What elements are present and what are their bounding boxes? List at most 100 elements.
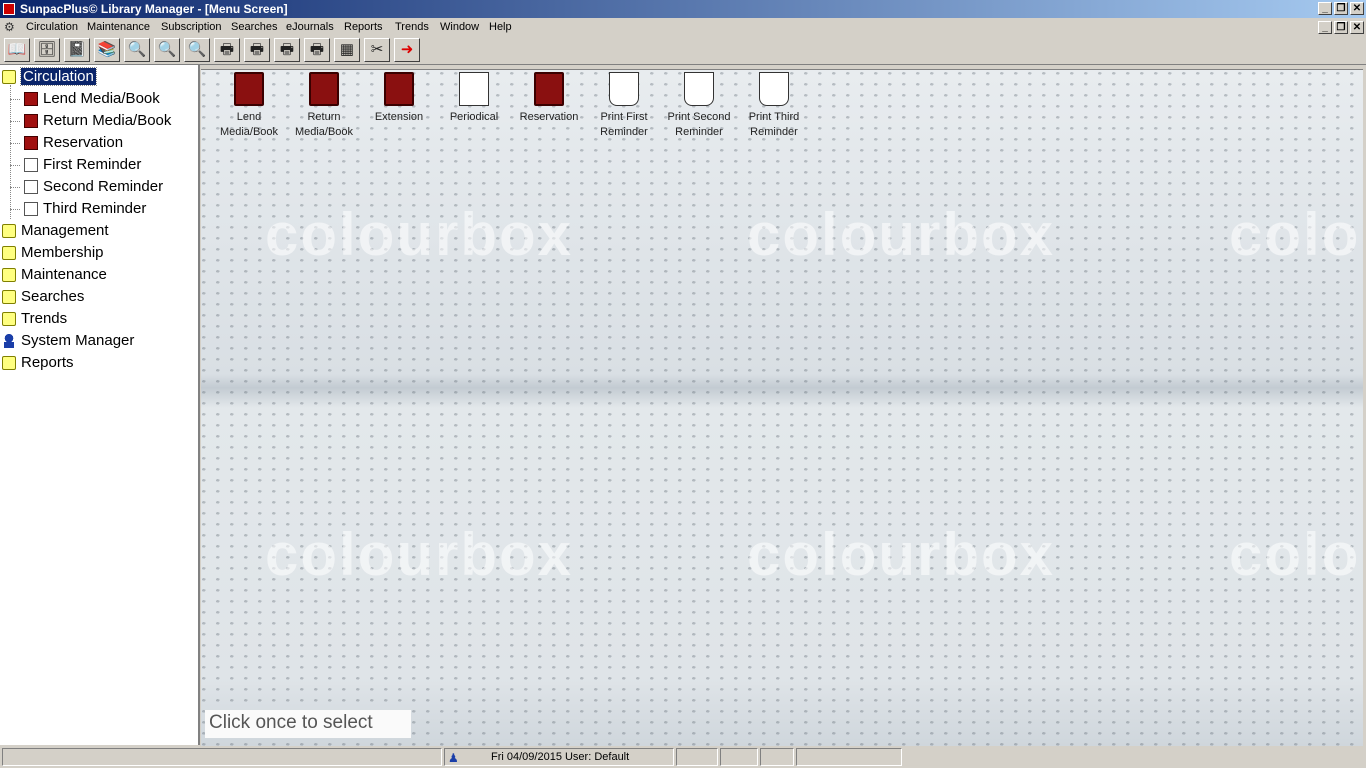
paper-icon bbox=[459, 72, 489, 106]
launcher-extension[interactable]: Extension bbox=[363, 72, 435, 125]
folder-icon bbox=[2, 312, 16, 327]
search-icon[interactable]: 🔍 bbox=[184, 38, 210, 62]
exit-icon[interactable]: ➜ bbox=[394, 38, 420, 62]
tree-item-label: Trends bbox=[21, 310, 68, 327]
tree-item-return[interactable]: Return Media/Book bbox=[24, 111, 171, 131]
tree-item-label: First Reminder bbox=[43, 156, 142, 173]
menu-screen: colourbox colourbox colourbox colourbox … bbox=[201, 69, 1363, 746]
printer-icon[interactable]: 🖶 bbox=[214, 38, 240, 62]
menu-window[interactable]: Window bbox=[440, 18, 479, 37]
tree-item-label: Maintenance bbox=[21, 266, 107, 283]
launcher-label: Periodical bbox=[449, 111, 499, 123]
tree-item-maintenance[interactable]: Maintenance bbox=[2, 265, 107, 285]
minimize-button[interactable]: _ bbox=[1318, 2, 1332, 15]
menu-ejournals[interactable]: eJournals bbox=[286, 18, 334, 37]
book-icon[interactable]: 📓 bbox=[64, 38, 90, 62]
status-panel bbox=[760, 748, 794, 766]
launcher-label: Reminder bbox=[600, 126, 648, 138]
tree-item-label: Reports bbox=[21, 354, 74, 371]
tree-item-system-manager[interactable]: System Manager bbox=[2, 331, 134, 351]
book-icon bbox=[24, 136, 38, 151]
status-panel bbox=[2, 748, 442, 766]
menu-reports[interactable]: Reports bbox=[344, 18, 383, 37]
status-panel bbox=[676, 748, 718, 766]
search-icon[interactable]: 🔍 bbox=[124, 38, 150, 62]
menu-bar: ⚙ Circulation Maintenance Subscription S… bbox=[0, 18, 1366, 37]
launcher-reservation[interactable]: Reservation bbox=[513, 72, 585, 125]
tree-item-searches[interactable]: Searches bbox=[2, 287, 84, 307]
menu-searches[interactable]: Searches bbox=[231, 18, 277, 37]
printer-icon bbox=[24, 158, 38, 173]
system-menu-icon[interactable]: ⚙ bbox=[4, 21, 18, 34]
restore-button[interactable]: ❐ bbox=[1334, 2, 1348, 15]
folder-icon bbox=[2, 70, 16, 85]
printer-icon[interactable]: 🖶 bbox=[304, 38, 330, 62]
status-panel bbox=[796, 748, 902, 766]
menu-maintenance[interactable]: Maintenance bbox=[87, 18, 150, 37]
launcher-print-third-reminder[interactable]: Print Third Reminder bbox=[738, 72, 810, 140]
tree-item-reservation[interactable]: Reservation bbox=[24, 133, 123, 153]
mdi-minimize-button[interactable]: _ bbox=[1318, 21, 1332, 34]
menu-circulation[interactable]: Circulation bbox=[26, 18, 78, 37]
tree-item-first-reminder[interactable]: First Reminder bbox=[24, 155, 141, 175]
navigation-tree: Circulation Lend Media/Book Return Media… bbox=[0, 65, 200, 745]
launcher-label: Reservation bbox=[519, 111, 579, 123]
user-icon bbox=[2, 334, 16, 349]
search-icon[interactable]: 🔍 bbox=[154, 38, 180, 62]
status-panel-user: ♟ Fri 04/09/2015 User: Default bbox=[444, 748, 674, 766]
tree-item-membership[interactable]: Membership bbox=[2, 243, 104, 263]
menu-subscription[interactable]: Subscription bbox=[161, 18, 222, 37]
tree-item-label: System Manager bbox=[21, 332, 135, 349]
tree-item-second-reminder[interactable]: Second Reminder bbox=[24, 177, 163, 197]
tree-item-circulation[interactable]: Circulation bbox=[2, 67, 97, 87]
launcher-periodical[interactable]: Periodical bbox=[438, 72, 510, 125]
watermark: colourbox bbox=[747, 201, 1056, 268]
tree-item-label: Second Reminder bbox=[43, 178, 164, 195]
lend-icon[interactable]: 📖 bbox=[4, 38, 30, 62]
mdi-restore-button[interactable]: ❐ bbox=[1334, 21, 1348, 34]
tree-item-lend[interactable]: Lend Media/Book bbox=[24, 89, 160, 109]
launcher-return[interactable]: Return Media/Book bbox=[288, 72, 360, 140]
book-icon bbox=[309, 72, 339, 106]
printer-icon bbox=[609, 72, 639, 106]
calculator-icon[interactable]: ▦ bbox=[334, 38, 360, 62]
tree-item-reports[interactable]: Reports bbox=[2, 353, 74, 373]
close-button[interactable]: ✕ bbox=[1350, 2, 1364, 15]
tree-item-label: Third Reminder bbox=[43, 200, 147, 217]
tools-icon[interactable]: ✂ bbox=[364, 38, 390, 62]
toolbar: 📖 🗄 📓 📚 🔍 🔍 🔍 🖶 🖶 🖶 🖶 ▦ ✂ ➜ bbox=[0, 37, 1366, 65]
menu-trends[interactable]: Trends bbox=[395, 18, 429, 37]
launcher-label: Lend bbox=[236, 111, 262, 123]
launcher-label: Reminder bbox=[675, 126, 723, 138]
launcher-lend[interactable]: Lend Media/Book bbox=[213, 72, 285, 140]
return-icon[interactable]: 🗄 bbox=[34, 38, 60, 62]
tree-item-label: Management bbox=[21, 222, 109, 239]
launcher-label: Return bbox=[307, 111, 341, 123]
menu-help[interactable]: Help bbox=[489, 18, 512, 37]
printer-icon[interactable]: 🖶 bbox=[244, 38, 270, 62]
launcher-print-first-reminder[interactable]: Print First Reminder bbox=[588, 72, 660, 140]
app-icon bbox=[3, 3, 15, 15]
tree-item-label: Reservation bbox=[43, 134, 124, 151]
watermark: colourbox bbox=[1229, 521, 1363, 588]
printer-icon bbox=[24, 202, 38, 217]
tree-item-label: Circulation bbox=[20, 67, 97, 86]
launcher-print-second-reminder[interactable]: Print Second Reminder bbox=[663, 72, 735, 140]
book-icon bbox=[234, 72, 264, 106]
watermark: colourbox bbox=[265, 201, 574, 268]
folder-icon bbox=[2, 224, 16, 239]
tree-item-third-reminder[interactable]: Third Reminder bbox=[24, 199, 146, 219]
tree-item-label: Return Media/Book bbox=[43, 112, 172, 129]
status-panel bbox=[720, 748, 758, 766]
watermark: colourbox bbox=[747, 521, 1056, 588]
mdi-close-button[interactable]: ✕ bbox=[1350, 21, 1364, 34]
printer-icon[interactable]: 🖶 bbox=[274, 38, 300, 62]
tree-item-management[interactable]: Management bbox=[2, 221, 109, 241]
books-icon[interactable]: 📚 bbox=[94, 38, 120, 62]
tree-item-label: Membership bbox=[21, 244, 104, 261]
tree-item-trends[interactable]: Trends bbox=[2, 309, 67, 329]
status-bar: ♟ Fri 04/09/2015 User: Default bbox=[0, 746, 1366, 768]
status-datetime-user: Fri 04/09/2015 User: Default bbox=[491, 751, 630, 763]
folder-icon bbox=[2, 246, 16, 261]
printer-icon bbox=[24, 180, 38, 195]
